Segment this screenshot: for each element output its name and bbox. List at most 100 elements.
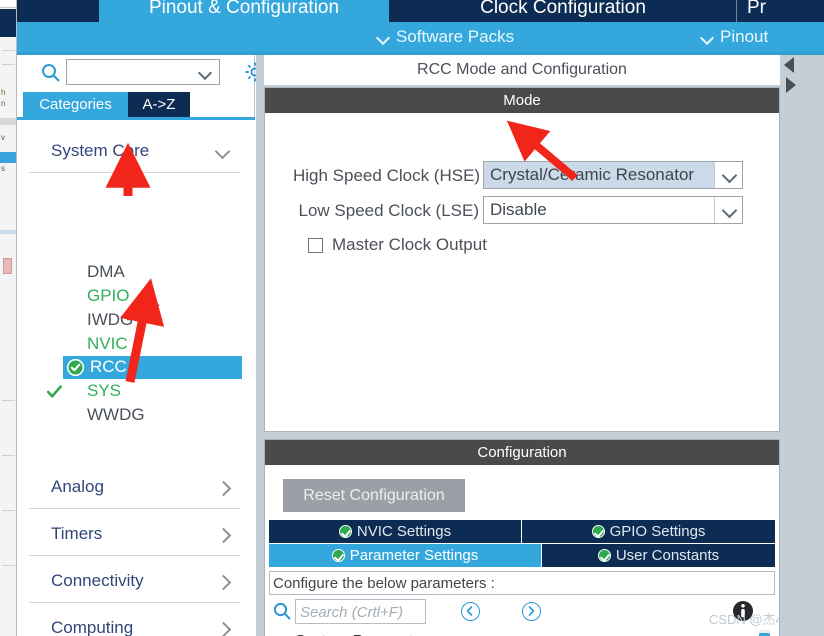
tab-label: Parameter Settings	[349, 547, 479, 564]
watermark: CSDN @杰456	[709, 612, 798, 627]
bg-text: v	[1, 133, 5, 142]
sidebar-item-label: GPIO	[87, 286, 130, 305]
tab-label: NVIC Settings	[356, 523, 452, 540]
chevron-down-icon[interactable]	[714, 197, 742, 223]
chevron-down-icon[interactable]	[714, 162, 742, 188]
parameters-search-row: Search (Crtl+F)	[269, 597, 775, 627]
check-circle-icon	[591, 525, 605, 538]
tab-pinout-and-configuration[interactable]: Pinout & Configuration	[99, 0, 389, 22]
hse-combobox[interactable]: Crystal/Ceramic Resonator	[483, 161, 743, 189]
expand-all-button[interactable]	[522, 602, 541, 621]
tab-gpio-settings[interactable]: GPIO Settings	[522, 520, 775, 544]
main-tab-strip: Pinout & Configuration Clock Configurati…	[17, 0, 824, 22]
software-packs-menu[interactable]: Software Packs	[377, 26, 514, 48]
parameters-search-input[interactable]: Search (Crtl+F)	[295, 599, 426, 624]
tab-label: Pinout & Configuration	[148, 0, 340, 18]
chevron-right-icon	[216, 528, 230, 542]
background-window-sliver: h n v s	[0, 0, 17, 636]
panel-collapse-arrows[interactable]	[780, 55, 800, 97]
bg-text: s	[1, 164, 5, 173]
tab-label: Pr	[747, 0, 766, 18]
tab-label: GPIO Settings	[609, 523, 706, 540]
tab-categories[interactable]: Categories	[23, 92, 128, 117]
group-separator	[29, 508, 240, 509]
peripheral-tree: System Core DMA GPIO IWDG NVIC RCC SYS W…	[17, 120, 255, 636]
hse-label: High Speed Clock (HSE)	[293, 166, 481, 185]
tab-label: Clock Configuration	[480, 0, 646, 18]
software-packs-label: Software Packs	[396, 27, 515, 46]
sidebar-item-label: WWDG	[87, 405, 145, 424]
chevron-down-icon	[216, 145, 230, 159]
group-timers[interactable]: Timers	[29, 515, 240, 555]
sidebar-item-label: RCC	[90, 357, 127, 376]
sidebar-item-label: DMA	[87, 262, 125, 281]
search-icon	[41, 63, 60, 82]
bg-line	[2, 64, 15, 65]
checkbox-box	[308, 238, 323, 253]
search-icon	[273, 602, 291, 625]
bg-line	[2, 510, 15, 511]
page-title: RCC Mode and Configuration	[264, 55, 780, 85]
bg-line	[2, 565, 15, 566]
categories-tabs: Categories A->Z	[17, 92, 255, 117]
group-label: Connectivity	[51, 571, 144, 590]
pinout-menu[interactable]: Pinout	[701, 26, 768, 48]
configuration-section-header: Configuration	[265, 440, 779, 465]
lse-combobox[interactable]: Disable	[483, 196, 743, 224]
bg-strip	[0, 230, 16, 234]
tab-user-constants[interactable]: User Constants	[542, 544, 775, 568]
group-separator	[29, 602, 240, 603]
bg-text: h	[1, 88, 6, 97]
tab-nvic-settings[interactable]: NVIC Settings	[269, 520, 522, 544]
categories-search-combobox[interactable]	[66, 59, 220, 85]
bg-line	[2, 50, 15, 51]
mode-section-header: Mode	[265, 88, 779, 113]
sidebar-item-label: SYS	[87, 381, 122, 400]
bg-navbar	[0, 9, 16, 37]
rcc-configuration-panel: RCC Mode and Configuration Mode High Spe…	[256, 55, 824, 636]
tab-label: A->Z	[142, 96, 176, 113]
reset-configuration-button[interactable]: Reset Configuration	[283, 479, 465, 512]
bg-strip	[0, 118, 16, 125]
chevron-down-icon	[377, 31, 390, 44]
tab-project-manager[interactable]: Pr	[737, 0, 824, 22]
stm32cubemx-window: h n v s Pinout & Configuration Clock Con…	[0, 0, 824, 636]
lse-value: Disable	[490, 200, 547, 219]
chevron-right-icon	[216, 481, 230, 495]
group-label: Analog	[51, 477, 104, 496]
tab-parameter-settings[interactable]: Parameter Settings	[269, 544, 542, 568]
group-label: System Core	[51, 141, 150, 160]
collapse-all-button[interactable]	[461, 602, 480, 621]
sidebar-item-label: NVIC	[87, 334, 128, 353]
group-system-core[interactable]: System Core	[29, 132, 240, 172]
sidebar-item-gpio[interactable]: GPIO	[43, 285, 241, 308]
sidebar-item-nvic[interactable]: NVIC	[43, 333, 241, 356]
sidebar-item-sys[interactable]: SYS	[43, 380, 241, 403]
bg-line	[2, 455, 15, 456]
tab-label: Categories	[39, 96, 112, 113]
categories-panel: Categories A->Z System Core DMA GPIO IWD…	[17, 55, 265, 636]
check-circle-icon	[338, 525, 352, 538]
hse-value: Crystal/Ceramic Resonator	[490, 165, 695, 184]
sidebar-item-rcc[interactable]: RCC	[63, 356, 242, 379]
bg-selected-row	[0, 152, 16, 163]
group-analog[interactable]: Analog	[29, 468, 240, 508]
tab-a-to-z[interactable]: A->Z	[128, 92, 190, 117]
master-clock-output-checkbox[interactable]: Master Clock Output	[308, 235, 487, 255]
tab-label: User Constants	[615, 547, 720, 564]
group-computing[interactable]: Computing	[29, 609, 240, 636]
pinout-label: Pinout	[720, 27, 769, 46]
group-connectivity[interactable]: Connectivity	[29, 562, 240, 602]
sidebar-item-dma[interactable]: DMA	[43, 261, 241, 284]
check-icon	[45, 382, 64, 401]
sub-toolbar: Software Packs Pinout	[17, 22, 824, 52]
sidebar-item-wwdg[interactable]: WWDG	[43, 404, 241, 427]
tab-clock-configuration[interactable]: Clock Configuration	[389, 0, 737, 22]
bg-line	[2, 400, 15, 401]
mode-section: Mode High Speed Clock (HSE) Crystal/Cera…	[264, 87, 780, 432]
chevron-down-icon	[701, 31, 714, 44]
sidebar-item-iwdg[interactable]: IWDG	[43, 309, 241, 332]
group-label: Computing	[51, 618, 134, 636]
chevron-right-icon	[216, 575, 230, 589]
check-circle-icon	[597, 549, 611, 562]
